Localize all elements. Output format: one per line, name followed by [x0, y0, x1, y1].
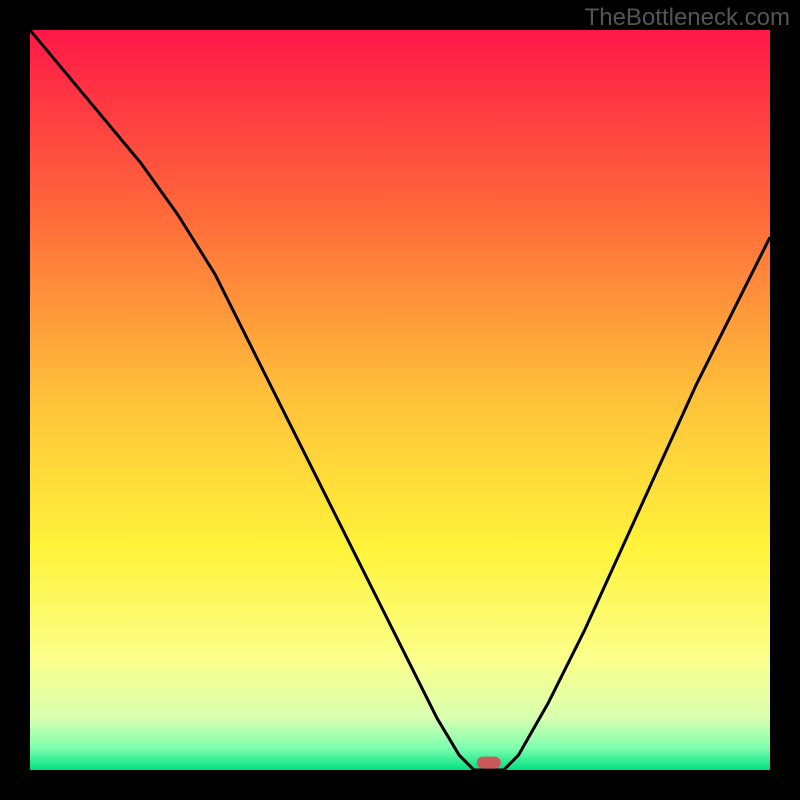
optimal-marker	[477, 757, 501, 769]
chart-svg	[30, 30, 770, 770]
plot-area	[30, 30, 770, 770]
gradient-background	[30, 30, 770, 770]
chart-container: TheBottleneck.com	[0, 0, 800, 800]
watermark-text: TheBottleneck.com	[585, 4, 790, 32]
